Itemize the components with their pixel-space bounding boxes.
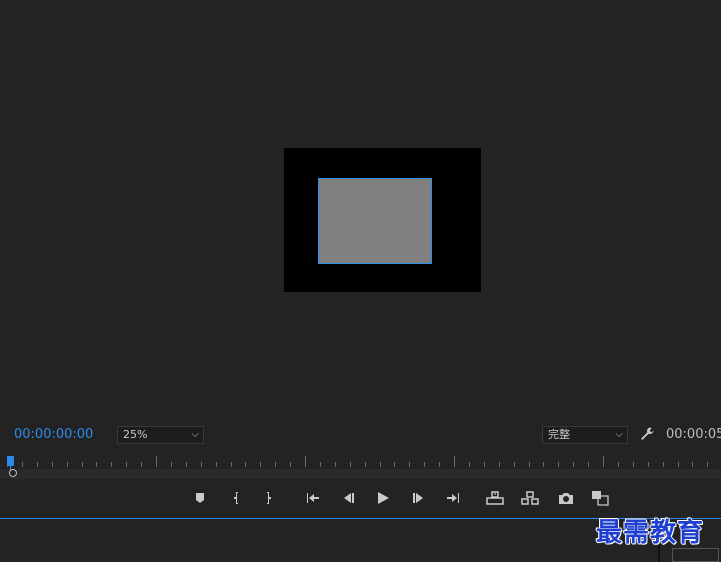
mark-out-icon	[267, 492, 271, 504]
ruler-tick	[588, 462, 590, 467]
sequence-duration-timecode: 00:00:05	[666, 427, 721, 442]
ruler-tick	[483, 462, 485, 467]
ruler-tick	[334, 462, 336, 467]
playhead-timecode[interactable]: 00:00:00:00	[14, 427, 93, 442]
playhead-zoom-handle[interactable]	[9, 469, 17, 477]
comparison-icon	[592, 491, 609, 506]
ruler-tick	[617, 462, 619, 467]
ruler-tick	[528, 462, 530, 467]
clip-shape[interactable]	[318, 178, 432, 264]
ruler-tick	[647, 462, 649, 467]
mark-in-icon	[234, 492, 238, 504]
transport-controls	[0, 486, 721, 510]
mark-in-button[interactable]	[227, 488, 247, 508]
ruler-tick	[290, 462, 292, 467]
add-marker-button[interactable]	[190, 488, 210, 508]
step-forward-icon	[413, 493, 423, 503]
ruler-tick	[126, 462, 128, 467]
play-button[interactable]	[373, 488, 393, 508]
go-to-out-icon	[447, 493, 459, 503]
lift-icon	[486, 491, 504, 505]
comparison-view-button[interactable]	[590, 488, 610, 508]
program-monitor-viewport[interactable]	[0, 0, 721, 420]
lift-button[interactable]	[485, 488, 505, 508]
playback-resolution-value: 完整	[548, 428, 570, 441]
ruler-tick	[468, 462, 470, 467]
ruler-tick	[632, 462, 634, 467]
chevron-down-icon: ⌵	[615, 429, 623, 440]
ruler-tick	[692, 462, 694, 467]
ruler-tick	[51, 462, 53, 467]
chevron-down-icon: ⌵	[191, 429, 199, 440]
play-icon	[378, 492, 389, 504]
ruler-tick	[245, 462, 247, 467]
ruler-tick	[200, 462, 202, 467]
zoom-level-value: 25%	[123, 428, 148, 441]
step-forward-button[interactable]	[409, 488, 429, 508]
ruler-tick	[230, 462, 232, 467]
ruler-tick	[275, 462, 277, 467]
ruler-tick	[319, 462, 321, 467]
ruler-tick	[454, 456, 455, 467]
marker-icon	[196, 493, 204, 503]
ruler-tick	[677, 462, 679, 467]
ruler-tick	[662, 462, 664, 467]
ruler-tick	[305, 456, 306, 467]
ruler-tick	[439, 462, 441, 467]
ruler-tick	[424, 462, 426, 467]
go-to-in-icon	[307, 493, 319, 503]
ruler-tick	[141, 462, 143, 467]
ruler-tick	[558, 462, 560, 467]
extract-button[interactable]	[520, 488, 540, 508]
time-ruler[interactable]	[0, 452, 721, 482]
ruler-tick	[170, 462, 172, 467]
go-to-out-button[interactable]	[443, 488, 463, 508]
settings-wrench-icon[interactable]	[638, 425, 656, 443]
step-back-button[interactable]	[338, 488, 358, 508]
ruler-tick	[513, 462, 515, 467]
ruler-tick	[185, 462, 187, 467]
ruler-tick	[603, 456, 604, 467]
go-to-in-button[interactable]	[303, 488, 323, 508]
camera-icon	[559, 493, 573, 504]
ruler-tick	[260, 462, 262, 467]
ruler-tick	[543, 462, 545, 467]
ruler-tick	[498, 462, 500, 467]
ruler-tick	[379, 462, 381, 467]
ruler-tick	[707, 462, 709, 467]
ruler-tick	[21, 462, 23, 467]
ruler-tick	[215, 462, 217, 467]
ruler-tick	[364, 462, 366, 467]
ruler-tick	[36, 462, 38, 467]
ruler-tick	[409, 462, 411, 467]
export-frame-button[interactable]	[556, 488, 576, 508]
ruler-tick	[349, 462, 351, 467]
monitor-status-bar: 00:00:00:00 25% ⌵ 完整 ⌵ 00:00:05	[0, 422, 721, 448]
scrub-bar[interactable]	[0, 469, 721, 479]
ruler-tick	[394, 462, 396, 467]
extract-icon	[521, 491, 539, 505]
ruler-tick	[81, 462, 83, 467]
step-back-icon	[344, 493, 354, 503]
ruler-tick	[66, 462, 68, 467]
mark-out-button[interactable]	[258, 488, 278, 508]
ruler-tick	[111, 462, 113, 467]
ruler-tick	[96, 462, 98, 467]
playback-resolution-dropdown[interactable]: 完整 ⌵	[542, 426, 628, 444]
zoom-level-dropdown[interactable]: 25% ⌵	[117, 426, 204, 444]
panel-corner-element	[672, 548, 719, 562]
ruler-tick	[156, 456, 157, 467]
watermark-text: 最需教育	[596, 518, 705, 548]
ruler-tick	[573, 462, 575, 467]
